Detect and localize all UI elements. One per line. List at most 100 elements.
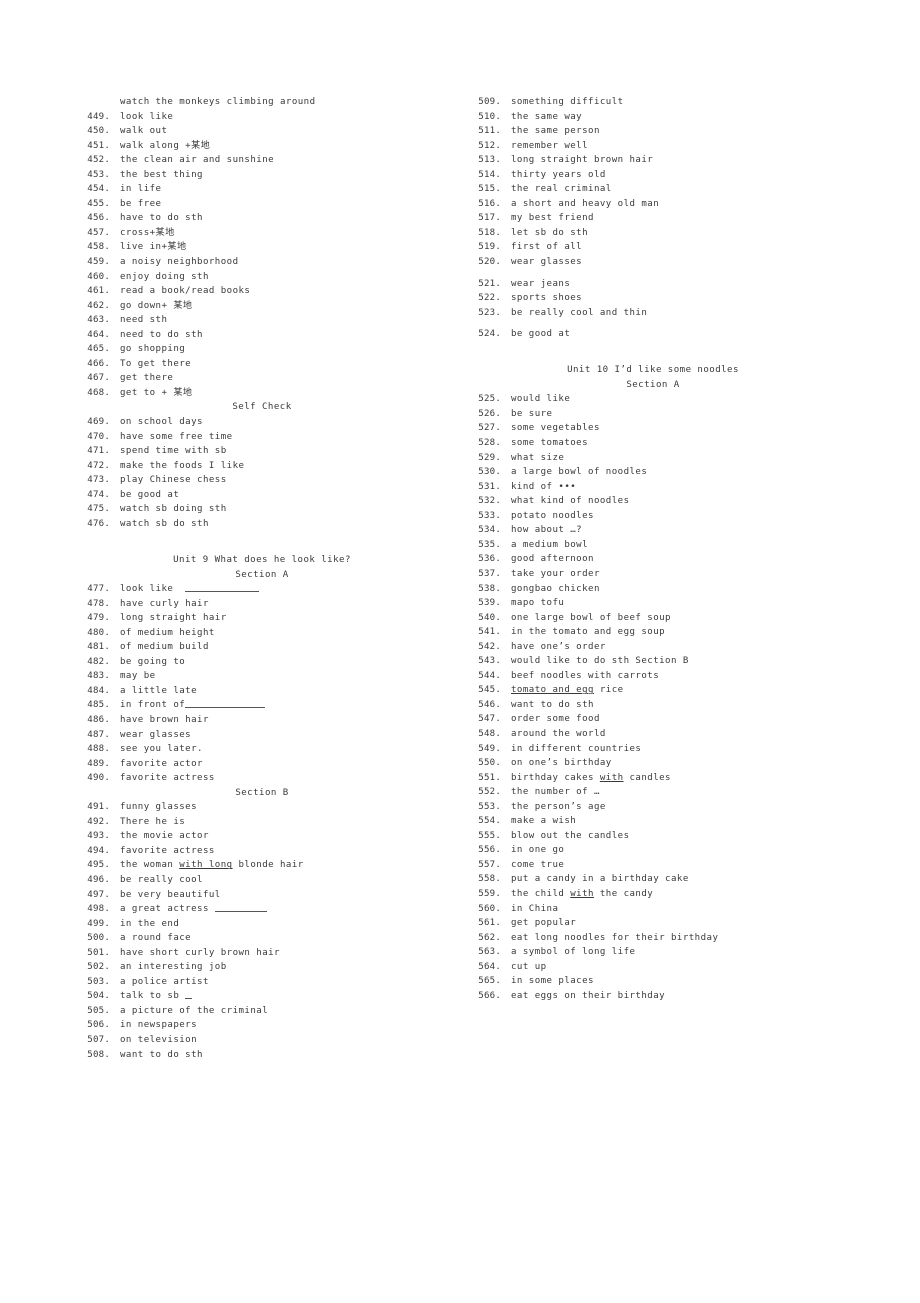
item-text: want to do sth: [511, 699, 594, 710]
list-item: 520. wear glasses: [463, 255, 843, 270]
item-text: be really cool and thin: [511, 307, 648, 318]
item-text: get there: [120, 373, 174, 384]
list-item: 484. a little late: [72, 684, 452, 699]
item-text: kind of •••: [511, 481, 577, 492]
item-text: eat eggs on their birthday: [511, 990, 666, 1001]
list-item: 565. in some places: [463, 974, 843, 989]
item-number: 492.: [87, 816, 110, 827]
fill-in-blank[interactable]: [185, 698, 266, 709]
list-item: 537. take your order: [463, 567, 843, 582]
item-text-suffix: the candy: [593, 888, 654, 899]
list-item: 452. the clean air and sunshine: [72, 153, 452, 168]
list-item: 519. first of all: [463, 240, 843, 255]
list-item: 482. be going to: [72, 655, 452, 670]
item-text: tomato and egg rice: [511, 683, 624, 698]
list-item: 491. funny glasses: [72, 800, 452, 815]
list-item: 523. be really cool and thin: [463, 306, 843, 321]
item-number: 548.: [478, 728, 501, 739]
item-text: the movie actor: [120, 831, 209, 842]
item-number: 499.: [87, 918, 110, 929]
item-number: 486.: [87, 714, 110, 725]
item-text: blow out the candles: [511, 830, 630, 841]
item-number: 533.: [478, 510, 501, 521]
item-number: 519.: [478, 242, 501, 253]
item-number: 466.: [87, 358, 110, 369]
item-text-prefix: birthday cakes: [511, 772, 600, 783]
item-number: 490.: [87, 773, 110, 784]
list-item: 560. in China: [463, 902, 843, 917]
list-item: 535. a medium bowl: [463, 538, 843, 553]
item-number: 483.: [87, 671, 110, 682]
item-number: 520.: [478, 257, 501, 268]
item-text: take your order: [511, 568, 600, 579]
item-number: 489.: [87, 758, 110, 769]
item-text: beef noodles with carrots: [511, 670, 660, 681]
item-text: To get there: [120, 358, 192, 369]
item-text: long straight brown hair: [511, 155, 654, 166]
item-number: 535.: [478, 539, 501, 550]
item-number: 493.: [87, 831, 110, 842]
item-text: in some places: [511, 976, 594, 987]
item-number: 478.: [87, 598, 110, 609]
list-item: 516. a short and heavy old man: [463, 197, 843, 212]
list-item: 483. may be: [72, 669, 452, 684]
item-number: 542.: [478, 641, 501, 652]
item-text: my best friend: [511, 213, 594, 224]
item-text-underlined: tomato and egg: [511, 685, 594, 696]
item-number: 459.: [87, 257, 110, 268]
item-text: sports shoes: [511, 293, 583, 304]
list-item: 557. come true: [463, 858, 843, 873]
item-number: 543.: [478, 656, 501, 667]
list-item: 515. the real criminal: [463, 182, 843, 197]
item-number: 462.: [87, 300, 110, 311]
list-item: 506. in newspapers: [72, 1018, 452, 1033]
list-item: 457. cross+某地: [72, 226, 452, 241]
list-item: 547. order some food: [463, 712, 843, 727]
item-text: the same way: [511, 111, 583, 122]
item-number: 472.: [87, 460, 110, 471]
list-item: 509. something difficult: [463, 95, 843, 110]
list-item: 555. blow out the candles: [463, 829, 843, 844]
list-item: 556. in one go: [463, 843, 843, 858]
item-number: 530.: [478, 467, 501, 478]
item-text: watch sb doing sth: [120, 504, 227, 515]
item-text-suffix: blonde hair: [232, 860, 304, 871]
item-number: 506.: [87, 1020, 110, 1031]
item-number: 469.: [87, 417, 110, 428]
left-column: watch the monkeys climbing around 449. lo…: [72, 95, 452, 1062]
fill-in-blank[interactable]: [185, 989, 193, 1000]
item-text: in life: [120, 184, 162, 195]
list-item: 529. what size: [463, 451, 843, 466]
list-item: 492. There he is: [72, 815, 452, 830]
item-text: have to do sth: [120, 213, 203, 224]
item-text: would like to do sth Section B: [511, 656, 689, 667]
item-number: 508.: [87, 1049, 110, 1060]
fill-in-blank[interactable]: [214, 902, 267, 913]
list-item: 489. favorite actor: [72, 757, 452, 772]
item-text-prefix: the woman: [120, 860, 180, 871]
item-text-main: in front of: [120, 700, 186, 711]
item-text: cross+某地: [120, 227, 175, 238]
list-item: 476. watch sb do sth: [72, 517, 452, 532]
right-list-group-2: 525. would like 526. be sure 527. some vege…: [463, 392, 843, 1003]
item-number: 460.: [87, 271, 110, 282]
list-item: 479. long straight hair: [72, 611, 452, 626]
item-text: a round face: [120, 933, 192, 944]
item-number: 564.: [478, 961, 501, 972]
item-text: let sb do sth: [511, 227, 589, 238]
item-text: look like: [120, 582, 260, 597]
list-item: 528. some tomatoes: [463, 436, 843, 451]
left-list-group-2: 469. on school days 470. have some free ti…: [72, 415, 452, 531]
item-text: be good at: [120, 489, 180, 500]
item-text: have curly hair: [120, 598, 209, 609]
item-text: go down+ 某地: [120, 300, 193, 311]
item-text: have one’s order: [511, 641, 606, 652]
item-text-suffix: rice: [593, 685, 624, 696]
fill-in-blank[interactable]: [185, 582, 260, 593]
list-item: 488. see you later.: [72, 742, 452, 757]
item-text: a great actress: [120, 902, 267, 917]
item-text: in one go: [511, 845, 565, 856]
item-number: 549.: [478, 743, 501, 754]
list-item: 468. get to + 某地: [72, 386, 452, 401]
